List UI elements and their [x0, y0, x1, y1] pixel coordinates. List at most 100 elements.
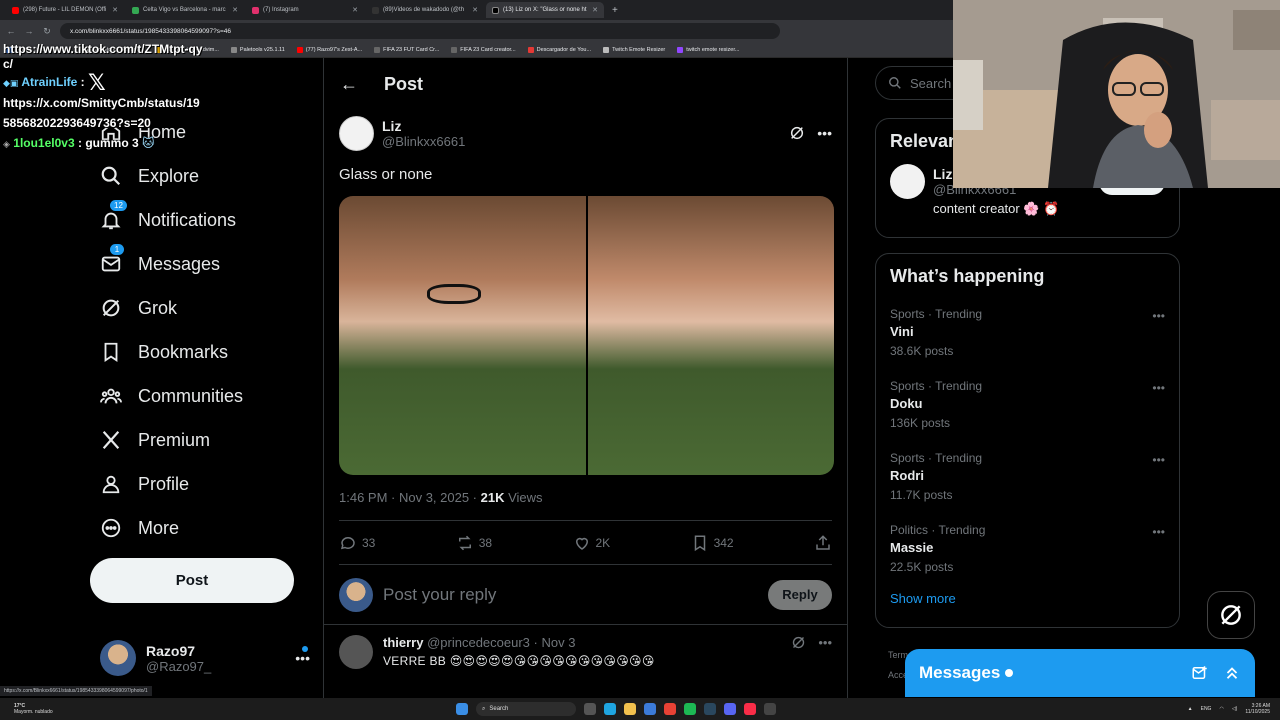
views-count: 21K	[480, 490, 505, 505]
forward-arrow-icon[interactable]: →	[24, 26, 34, 36]
wifi-icon[interactable]: ◠	[1219, 706, 1223, 712]
browser-tab[interactable]: (7) Instagram ✕	[246, 2, 364, 18]
reply-button[interactable]: 33	[339, 534, 375, 552]
back-arrow-icon[interactable]: ←	[6, 26, 16, 36]
bookmark-item[interactable]: FIFA 23 FUT Card Cr...	[374, 46, 439, 53]
nav-explore[interactable]: Explore	[90, 154, 320, 198]
bookmark-favicon-icon	[603, 46, 610, 53]
grok-icon[interactable]	[789, 125, 805, 141]
grok-floating-button[interactable]	[1207, 591, 1255, 639]
file-explorer-icon[interactable]	[624, 703, 636, 715]
messages-drawer[interactable]: Messages	[905, 649, 1255, 697]
music-icon[interactable]	[744, 703, 756, 715]
stream-chat-overlay: https://www.tiktok.com/t/ZTMtpt-qy c/ ◆▣…	[3, 44, 303, 154]
language-indicator[interactable]: ENG	[1201, 706, 1212, 712]
browser-tab[interactable]: (89)Videos de wakadodo (@th ✕	[366, 2, 484, 18]
chevron-up-icon[interactable]: ▲	[1188, 706, 1193, 712]
bookmark-item[interactable]: twitch emote resizer...	[677, 46, 740, 53]
avatar[interactable]	[890, 164, 925, 199]
close-tab-icon[interactable]: ✕	[352, 6, 358, 14]
browser-tab[interactable]: Celta Vigo vs Barcelona - marc ✕	[126, 2, 244, 18]
discord-icon[interactable]	[724, 703, 736, 715]
close-tab-icon[interactable]: ✕	[592, 6, 598, 14]
commenter-avatar[interactable]	[339, 635, 373, 669]
media-photo-2[interactable]	[587, 196, 834, 475]
author-name[interactable]: Liz	[382, 118, 465, 134]
new-tab-icon[interactable]: +	[606, 5, 624, 16]
nav-grok[interactable]: Grok	[90, 286, 320, 330]
messages-drawer-title: Messages	[919, 663, 1001, 682]
trend-posts: 136K posts	[890, 416, 951, 430]
account-switcher[interactable]: Razo97 @Razo97_ •••	[100, 638, 310, 678]
more-dots-icon[interactable]: •••	[1152, 525, 1165, 539]
more-dots-icon[interactable]: •••	[1152, 453, 1165, 467]
like-button[interactable]: 2K	[573, 534, 610, 552]
reload-icon[interactable]: ↻	[42, 26, 52, 37]
obs-icon[interactable]	[764, 703, 776, 715]
more-dots-icon[interactable]: •••	[818, 635, 832, 669]
nav-more[interactable]: More	[90, 506, 320, 550]
views-label: Views	[504, 490, 543, 505]
media-photo-1[interactable]	[339, 196, 586, 475]
nav-profile[interactable]: Profile	[90, 462, 320, 506]
trend-item[interactable]: Sports · Trending Rodri 11.7K posts •••	[876, 443, 1179, 515]
more-dots-icon[interactable]: •••	[1152, 309, 1165, 323]
share-button[interactable]	[814, 534, 832, 552]
close-tab-icon[interactable]: ✕	[112, 6, 118, 14]
commenter-name[interactable]: thierry	[383, 635, 423, 650]
taskbar-search[interactable]: ⌕ Search	[476, 702, 576, 716]
more-dots-icon[interactable]: •••	[295, 650, 310, 666]
clock[interactable]: 3:26 AM 11/10/2025	[1245, 703, 1270, 715]
task-view-icon[interactable]	[584, 703, 596, 715]
nav-messages[interactable]: 1 Messages	[90, 242, 320, 286]
chrome-icon[interactable]	[664, 703, 676, 715]
more-dots-icon[interactable]: •••	[817, 125, 832, 141]
nav-notifications[interactable]: 12 Notifications	[90, 198, 320, 242]
comment-item[interactable]: thierry @princedecoeur3 · Nov 3 VERRE BB…	[324, 625, 847, 679]
steam-icon[interactable]	[704, 703, 716, 715]
start-icon[interactable]	[456, 703, 468, 715]
timestamp[interactable]: 1:46 PM · Nov 3, 2025 ·	[339, 490, 481, 505]
trend-item[interactable]: Politics · Trending Massie 22.5K posts •…	[876, 515, 1179, 587]
spotify-icon[interactable]	[684, 703, 696, 715]
bookmark-item[interactable]: Twitch Emote Resizer	[603, 46, 665, 53]
reply-input[interactable]: Post your reply	[383, 585, 758, 605]
bookmark-button[interactable]: 342	[691, 534, 734, 552]
nav-communities[interactable]: Communities	[90, 374, 320, 418]
store-icon[interactable]	[644, 703, 656, 715]
bookmark-label: twitch emote resizer...	[686, 46, 740, 53]
bookmark-item[interactable]: (77) Razo97's Zest-A...	[296, 46, 362, 53]
show-more-link[interactable]: Show more	[876, 587, 1179, 610]
browser-tab[interactable]: (298) Future - LIL DEMON (Offi ✕	[6, 2, 124, 18]
bookmark-item[interactable]: Descargador de You...	[527, 46, 591, 53]
bookmark-count: 342	[713, 535, 734, 550]
author-handle[interactable]: @Blinkxx6661	[382, 134, 465, 149]
reply-submit-button[interactable]: Reply	[768, 579, 832, 610]
chevron-up-icon[interactable]	[1223, 664, 1241, 682]
close-tab-icon[interactable]: ✕	[472, 6, 478, 14]
close-tab-icon[interactable]: ✕	[232, 6, 238, 14]
search-icon	[889, 77, 901, 89]
url-field[interactable]: x.com/blinkxx6661/status/198543339806459…	[60, 23, 780, 39]
edge-icon[interactable]	[604, 703, 616, 715]
compose-post-button[interactable]: Post	[90, 558, 294, 603]
trend-item[interactable]: Sports · Trending Vini 38.6K posts •••	[876, 299, 1179, 371]
browser-tab-active[interactable]: (13) Liz on X: "Glass or none ht ✕	[486, 2, 604, 18]
more-dots-icon[interactable]: •••	[1152, 381, 1165, 395]
author-avatar[interactable]	[339, 115, 374, 151]
bookmark-item[interactable]: FIFA 23 Card creator...	[451, 46, 516, 53]
weather-widget[interactable]: 17°C Mayorm. nublado	[0, 703, 200, 715]
trend-item[interactable]: Sports · Trending Doku 136K posts •••	[876, 371, 1179, 443]
chat-colon: :	[74, 136, 86, 150]
nav-bookmarks[interactable]: Bookmarks	[90, 330, 320, 374]
new-message-icon[interactable]	[1191, 664, 1209, 682]
avatar	[339, 577, 373, 612]
chat-message: ◈ 1lou1el0v3 : gummo 3 🐱	[3, 133, 303, 154]
volume-icon[interactable]: ◁)	[1232, 706, 1238, 712]
back-arrow-icon[interactable]: ←	[340, 74, 358, 95]
grok-icon[interactable]	[791, 635, 806, 650]
nav-label: Bookmarks	[138, 341, 229, 362]
post-meta: 1:46 PM · Nov 3, 2025 · 21K Views	[324, 475, 847, 520]
nav-premium[interactable]: Premium	[90, 418, 320, 462]
repost-button[interactable]: 38	[456, 534, 492, 552]
